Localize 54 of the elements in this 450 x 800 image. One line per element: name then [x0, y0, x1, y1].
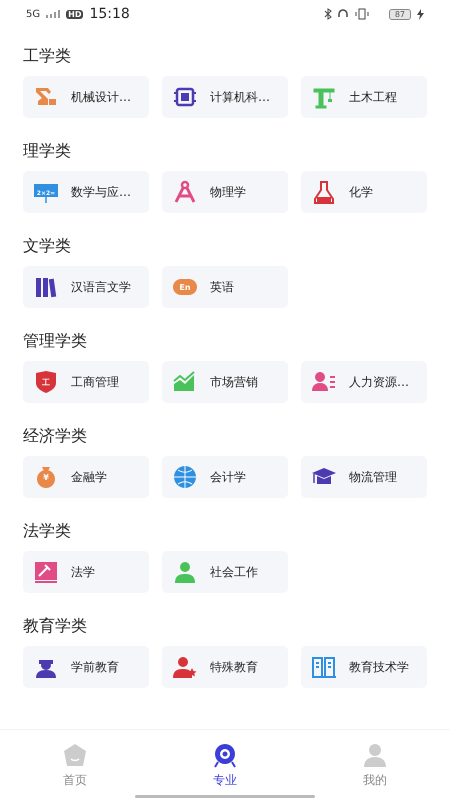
subject-label: 物理学 — [210, 184, 246, 200]
category-heading: 理学类 — [23, 140, 72, 162]
subject-label: 市场营销 — [210, 374, 258, 390]
category-heading: 管理学类 — [23, 330, 88, 352]
category-heading: 法学类 — [23, 520, 72, 542]
hd-label: HD — [66, 10, 84, 18]
subject-card[interactable]: En 英语 — [162, 266, 288, 308]
subject-label: 学前教育 — [71, 658, 119, 676]
subject-card[interactable]: 物流管理 — [301, 456, 427, 498]
subject-card[interactable]: 特殊教育 — [162, 646, 288, 688]
subject-card[interactable]: 学前教育 — [23, 646, 149, 688]
network-label: 5G — [26, 8, 40, 20]
subject-label: 人力资源… — [349, 374, 409, 390]
signal-icon — [46, 10, 60, 18]
subject-card[interactable]: 法学 — [23, 551, 149, 593]
subject-label: 法学 — [71, 564, 95, 580]
subject-label: 机械设计… — [71, 88, 131, 106]
subject-card[interactable]: ¥ 金融学 — [23, 456, 149, 498]
subject-card[interactable]: 化学 — [301, 171, 427, 213]
subject-card[interactable]: 物理学 — [162, 171, 288, 213]
category-heading: 经济学类 — [23, 424, 88, 446]
subject-card[interactable]: 会计学 — [162, 456, 288, 498]
subject-label: 工商管理 — [71, 374, 119, 390]
subject-label: 计算机科… — [210, 88, 270, 106]
subject-label: 化学 — [349, 184, 373, 200]
subject-label: 特殊教育 — [210, 658, 258, 676]
subject-label: 教育技术学 — [349, 658, 409, 676]
shield-icon: 工 — [33, 369, 59, 395]
subject-card[interactable]: 汉语言文学 — [23, 266, 149, 308]
subject-label: 物流管理 — [349, 468, 397, 486]
subject-label: 社会工作 — [210, 564, 258, 580]
subject-card[interactable]: 土木工程 — [301, 76, 427, 118]
subject-card[interactable]: 教育技术学 — [301, 646, 427, 688]
subject-label: 金融学 — [71, 468, 107, 486]
subject-card[interactable]: 人力资源… — [301, 361, 427, 403]
nav-tab[interactable]: 专业 — [150, 730, 300, 800]
subject-label: 汉语言文学 — [71, 278, 131, 296]
nav-tab[interactable]: 我的 — [300, 730, 450, 800]
subject-card[interactable]: 工 工商管理 — [23, 361, 149, 403]
category-heading: 工学类 — [23, 44, 72, 66]
charging-icon — [417, 8, 424, 20]
subject-card[interactable]: 市场营销 — [162, 361, 288, 403]
subject-label: 土木工程 — [349, 88, 397, 106]
subject-label: 数学与应… — [71, 184, 131, 200]
subject-label: 英语 — [210, 278, 234, 296]
subject-label: 会计学 — [210, 468, 246, 486]
subject-card[interactable]: 计算机科… — [162, 76, 288, 118]
subject-card[interactable]: 机械设计… — [23, 76, 149, 118]
nav-tab[interactable]: 首页 — [0, 730, 150, 800]
status-time: 15:18 — [89, 6, 130, 22]
category-heading: 教育学类 — [23, 614, 88, 636]
battery-indicator: 87 — [388, 8, 411, 20]
category-heading: 文学类 — [23, 234, 72, 256]
subject-card[interactable]: 社会工作 — [162, 551, 288, 593]
